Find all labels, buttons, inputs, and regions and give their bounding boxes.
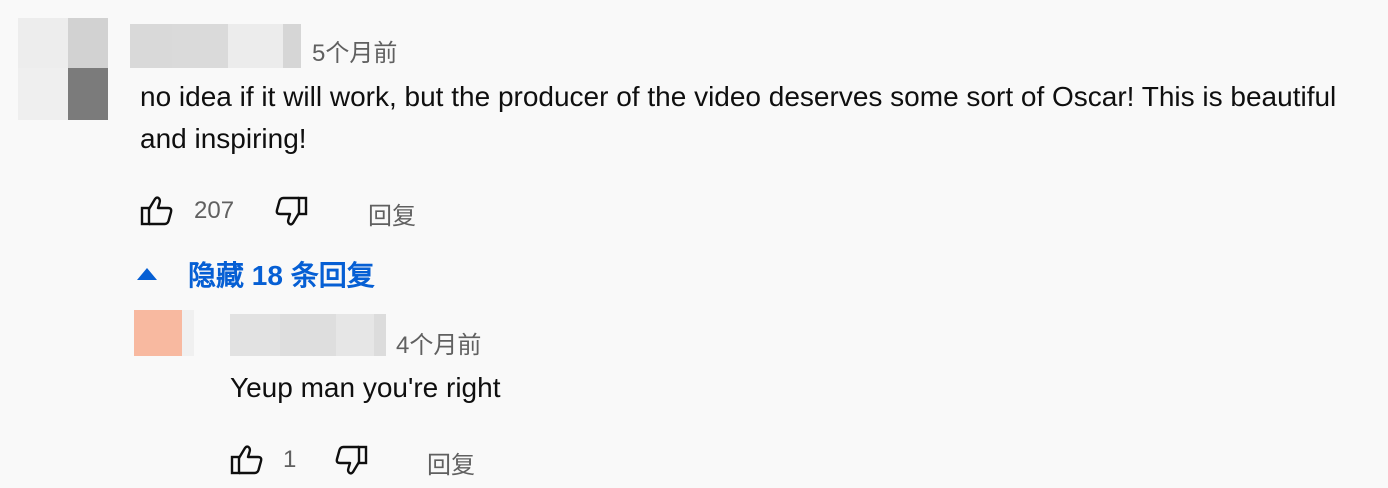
username-blur-block xyxy=(336,314,374,356)
thumb-up-icon[interactable] xyxy=(140,195,174,227)
comment-text: no idea if it will work, but the produce… xyxy=(140,81,1337,154)
username-blur-block xyxy=(230,314,280,356)
avatar-blur-block xyxy=(68,68,108,120)
like-count: 207 xyxy=(194,197,235,224)
username-blur-block xyxy=(130,24,172,68)
username-blur-block xyxy=(228,24,283,68)
thumb-down-icon[interactable] xyxy=(274,195,308,227)
reply-reply-button[interactable]: 回复 xyxy=(427,445,475,480)
username-blur-block xyxy=(283,24,301,68)
caret-up-icon xyxy=(136,267,158,281)
thumb-up-icon[interactable] xyxy=(230,444,264,476)
reply-like-count: 1 xyxy=(283,446,297,473)
avatar-blur-block xyxy=(134,310,182,356)
username-blur-block xyxy=(280,314,336,356)
username-blur-block xyxy=(172,24,228,68)
username-blur-block xyxy=(374,314,386,356)
hide-replies-label: 隐藏 18 条回复 xyxy=(188,260,375,291)
hide-replies-button[interactable]: 隐藏 18 条回复 xyxy=(136,256,375,292)
avatar-blur-block xyxy=(18,18,68,68)
reply-text: Yeup man you're right xyxy=(230,372,501,403)
comment-timestamp[interactable]: 5个月前 xyxy=(312,33,397,68)
thumb-down-icon[interactable] xyxy=(334,444,368,476)
reply-button[interactable]: 回复 xyxy=(368,196,416,231)
avatar-blur-block xyxy=(182,310,194,356)
avatar-blur-block xyxy=(68,18,108,68)
reply-timestamp[interactable]: 4个月前 xyxy=(396,325,481,360)
avatar-blur-block xyxy=(18,68,68,120)
